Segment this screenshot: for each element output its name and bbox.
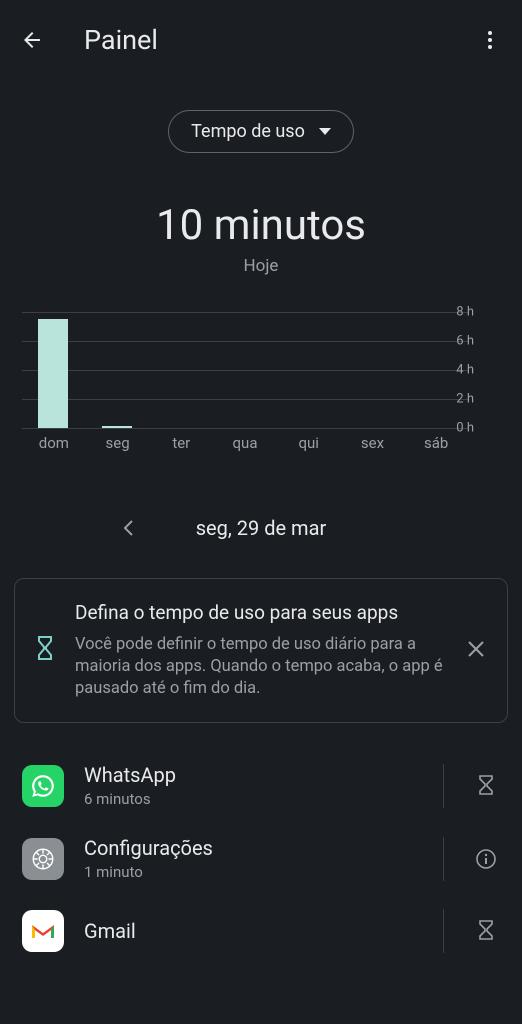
divider: [443, 909, 444, 953]
usage-chart[interactable]: 8 h 6 h 4 h 2 h 0 h domsegterquaquisexsá…: [22, 312, 500, 452]
app-timer-button[interactable]: [472, 848, 500, 870]
chart-xlabel: ter: [149, 434, 213, 452]
chart-xlabel: qui: [277, 434, 341, 452]
page-title: Painel: [84, 24, 478, 56]
dropdown-container: Tempo de uso: [0, 110, 522, 153]
chart-xlabel: qua: [213, 434, 277, 452]
info-description: Você pode definir o tempo de uso diário …: [75, 634, 445, 701]
more-vert-icon: [478, 28, 502, 52]
more-options-button[interactable]: [478, 28, 502, 52]
arrow-back-icon: [20, 28, 44, 52]
app-time: 1 minuto: [84, 863, 415, 881]
divider: [443, 764, 444, 808]
prev-date-button[interactable]: [108, 508, 148, 548]
info-text: Defina o tempo de uso para seus apps Voc…: [75, 601, 445, 700]
dropdown-label: Tempo de uso: [191, 121, 305, 142]
chart-bar-column[interactable]: [277, 312, 341, 428]
date-navigation: seg, 29 de mar: [0, 508, 522, 548]
app-info: WhatsApp 6 minutos: [84, 763, 415, 808]
chart-bar-column[interactable]: [86, 312, 150, 428]
chart-xlabel: dom: [22, 434, 86, 452]
app-time: 6 minutos: [84, 790, 415, 808]
app-row[interactable]: Configurações 1 minuto: [0, 822, 522, 895]
app-header: Painel: [0, 0, 522, 80]
chart-xlabels: domsegterquaquisexsáb: [22, 434, 468, 452]
close-icon: [467, 640, 485, 658]
chevron-down-icon: [319, 128, 331, 135]
total-label: Hoje: [0, 256, 522, 276]
app-row[interactable]: WhatsApp 6 minutos: [0, 749, 522, 822]
dismiss-info-button[interactable]: [463, 636, 489, 666]
chart-bars: [22, 312, 468, 428]
chart-xlabel: sáb: [404, 434, 468, 452]
app-info: Gmail: [84, 919, 415, 943]
app-name: Configurações: [84, 836, 415, 860]
chart-bar-column[interactable]: [149, 312, 213, 428]
divider: [443, 837, 444, 881]
app-timer-button[interactable]: [472, 919, 500, 943]
current-date: seg, 29 de mar: [196, 516, 327, 540]
chart-bar-column[interactable]: [22, 312, 86, 428]
app-row[interactable]: Gmail: [0, 895, 522, 967]
total-value: 10 minutos: [0, 201, 522, 250]
app-icon-whatsapp: [22, 765, 64, 807]
chart-bar: [102, 426, 132, 428]
app-name: Gmail: [84, 919, 415, 943]
info-title: Defina o tempo de uso para seus apps: [75, 601, 445, 626]
chart-bar-column[interactable]: [213, 312, 277, 428]
chevron-left-icon: [123, 520, 133, 536]
info-card: Defina o tempo de uso para seus apps Voc…: [14, 578, 508, 723]
metric-dropdown[interactable]: Tempo de uso: [168, 110, 354, 153]
total-summary: 10 minutos Hoje: [0, 201, 522, 276]
app-info: Configurações 1 minuto: [84, 836, 415, 881]
chart-bar-column[interactable]: [404, 312, 468, 428]
app-timer-button[interactable]: [472, 774, 500, 798]
chart-bar: [38, 319, 68, 428]
chart-xlabel: sex: [341, 434, 405, 452]
hourglass-icon: [33, 635, 57, 667]
app-list: WhatsApp 6 minutos Configurações 1 minuto Gm…: [0, 749, 522, 967]
chart-xlabel: seg: [86, 434, 150, 452]
app-name: WhatsApp: [84, 763, 415, 787]
chart-bar-column[interactable]: [341, 312, 405, 428]
app-icon-settings: [22, 838, 64, 880]
app-icon-gmail: [22, 910, 64, 952]
back-button[interactable]: [20, 28, 44, 52]
